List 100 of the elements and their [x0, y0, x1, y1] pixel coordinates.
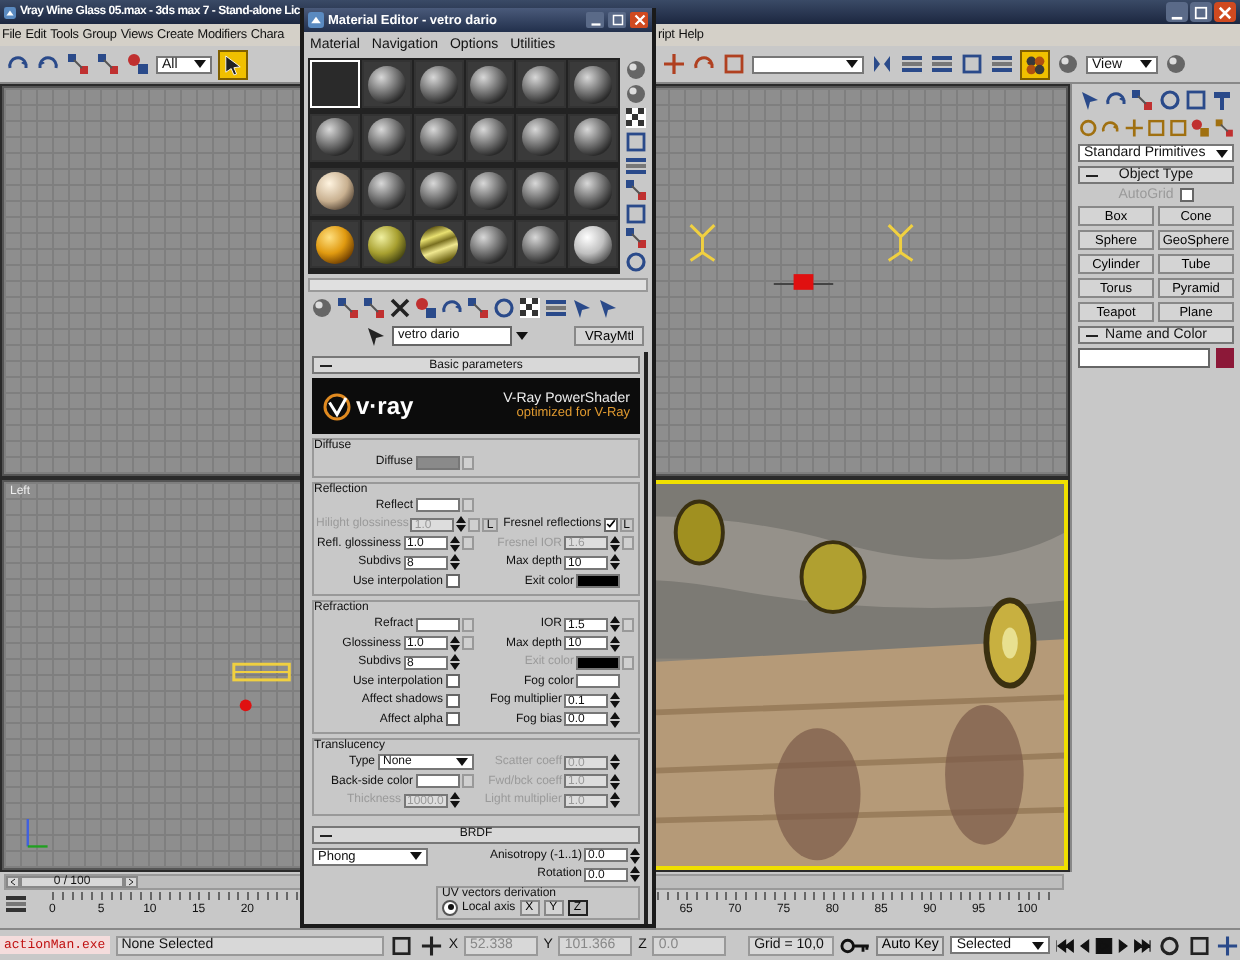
material-slot[interactable] — [413, 220, 463, 269]
library-icon[interactable] — [466, 296, 490, 320]
scale-icon[interactable] — [722, 52, 746, 76]
spinner-arrows-icon[interactable] — [610, 554, 620, 571]
next-frame-icon[interactable] — [124, 876, 138, 888]
spinner-arrows-icon[interactable] — [630, 847, 640, 864]
material-slot[interactable] — [568, 113, 618, 162]
align-icon[interactable] — [900, 52, 924, 76]
sample-type-icon[interactable] — [624, 58, 648, 82]
show-map-icon[interactable] — [518, 296, 542, 320]
color-swatch[interactable] — [415, 617, 459, 632]
spinner-arrows-icon[interactable] — [449, 792, 459, 809]
color-swatch[interactable] — [576, 574, 620, 589]
zoom-all-icon[interactable] — [1187, 933, 1211, 957]
space-warps-icon[interactable] — [1190, 116, 1212, 140]
checker-icon[interactable] — [624, 106, 648, 130]
select-button[interactable] — [218, 49, 248, 79]
material-slot[interactable] — [413, 167, 463, 215]
spinner-arrows-icon[interactable] — [610, 535, 620, 552]
absolute-mode-icon[interactable] — [419, 933, 443, 957]
geometry-icon[interactable] — [1078, 116, 1099, 140]
color-swatch[interactable] — [576, 674, 620, 689]
helpers-icon[interactable] — [1168, 116, 1189, 140]
checkbox[interactable] — [445, 674, 459, 689]
spinner-arrows-icon[interactable] — [449, 554, 459, 571]
spinner-arrows-icon[interactable] — [610, 792, 620, 809]
material-slot[interactable] — [465, 167, 515, 215]
previous-frame-icon[interactable] — [6, 876, 20, 888]
delete-icon[interactable] — [388, 296, 412, 320]
material-editor-button[interactable] — [1020, 49, 1050, 79]
render-icon[interactable] — [1056, 52, 1080, 76]
material-slot[interactable] — [361, 220, 412, 269]
square-icon[interactable] — [624, 130, 648, 154]
spinner-arrows-icon[interactable] — [610, 635, 620, 652]
material-slot[interactable] — [361, 167, 412, 215]
cameras-icon[interactable] — [1145, 116, 1167, 140]
parent-icon[interactable] — [570, 296, 594, 320]
sibling-icon[interactable] — [596, 296, 620, 320]
utilities-icon[interactable] — [1209, 88, 1234, 112]
material-slot[interactable] — [516, 220, 567, 269]
lock-icon[interactable] — [390, 933, 414, 957]
color-swatch[interactable] — [1216, 348, 1234, 368]
material-slot[interactable] — [310, 167, 360, 215]
material-slot[interactable] — [568, 220, 618, 269]
spinner-arrows-icon[interactable] — [449, 535, 459, 552]
lights-icon[interactable] — [1123, 116, 1144, 140]
spinner-arrows-icon[interactable] — [610, 711, 620, 728]
checkbox[interactable] — [603, 517, 618, 532]
material-slot[interactable] — [516, 167, 567, 215]
close-button[interactable] — [1214, 2, 1236, 22]
material-slot[interactable] — [310, 113, 360, 162]
spinner-arrows-icon[interactable] — [630, 866, 640, 883]
scrollbar[interactable] — [308, 278, 648, 292]
put-icon[interactable] — [336, 296, 360, 320]
copy-icon[interactable] — [414, 296, 438, 320]
spinner-arrows-icon[interactable] — [610, 754, 620, 771]
assign-icon[interactable] — [362, 296, 386, 320]
material-slot[interactable] — [465, 113, 515, 162]
material-slot[interactable] — [413, 113, 463, 162]
minimize-button[interactable] — [586, 12, 604, 28]
get-material-icon[interactable] — [310, 296, 334, 320]
material-slot[interactable] — [310, 220, 360, 269]
material-slot[interactable] — [516, 113, 567, 162]
uv-icon[interactable] — [624, 178, 648, 202]
move-icon[interactable] — [662, 52, 686, 76]
name-field[interactable] — [1078, 348, 1210, 368]
close-button[interactable] — [630, 12, 648, 28]
display-icon[interactable] — [1183, 88, 1208, 112]
material-slot[interactable] — [568, 60, 618, 108]
motion-icon[interactable] — [1157, 88, 1182, 112]
layers-icon[interactable] — [930, 52, 954, 76]
zoom-icon[interactable] — [1158, 933, 1182, 957]
zoom-extents-icon[interactable] — [1216, 933, 1240, 957]
key-icon[interactable] — [839, 937, 870, 953]
color-swatch[interactable] — [415, 774, 459, 789]
minimize-button[interactable] — [1166, 2, 1188, 22]
maximize-button[interactable] — [608, 12, 626, 28]
material-slot[interactable] — [516, 60, 567, 108]
checkbox[interactable] — [445, 712, 459, 727]
checkbox[interactable] — [445, 693, 459, 708]
options-icon[interactable] — [624, 250, 648, 274]
spinner-arrows-icon[interactable] — [449, 654, 459, 671]
create-icon[interactable] — [1078, 88, 1102, 112]
checkbox[interactable] — [445, 574, 459, 589]
effects-icon[interactable] — [492, 296, 516, 320]
schematic-icon[interactable] — [990, 52, 1014, 76]
bind-icon[interactable] — [126, 52, 150, 76]
spinner-arrows-icon[interactable] — [449, 635, 459, 652]
hierarchy-icon[interactable] — [1130, 88, 1155, 112]
pick-material-icon[interactable] — [364, 324, 388, 348]
color-icon[interactable] — [624, 154, 648, 178]
link-icon[interactable] — [66, 52, 90, 76]
color-swatch[interactable] — [415, 455, 459, 470]
unlink-icon[interactable] — [96, 52, 120, 76]
named-selection-dropdown[interactable] — [752, 55, 864, 73]
material-slot[interactable] — [361, 113, 412, 162]
spinner-arrows-icon[interactable] — [610, 616, 620, 633]
material-slot[interactable] — [465, 220, 515, 269]
systems-icon[interactable] — [1213, 116, 1234, 140]
show-end-icon[interactable] — [544, 296, 568, 320]
